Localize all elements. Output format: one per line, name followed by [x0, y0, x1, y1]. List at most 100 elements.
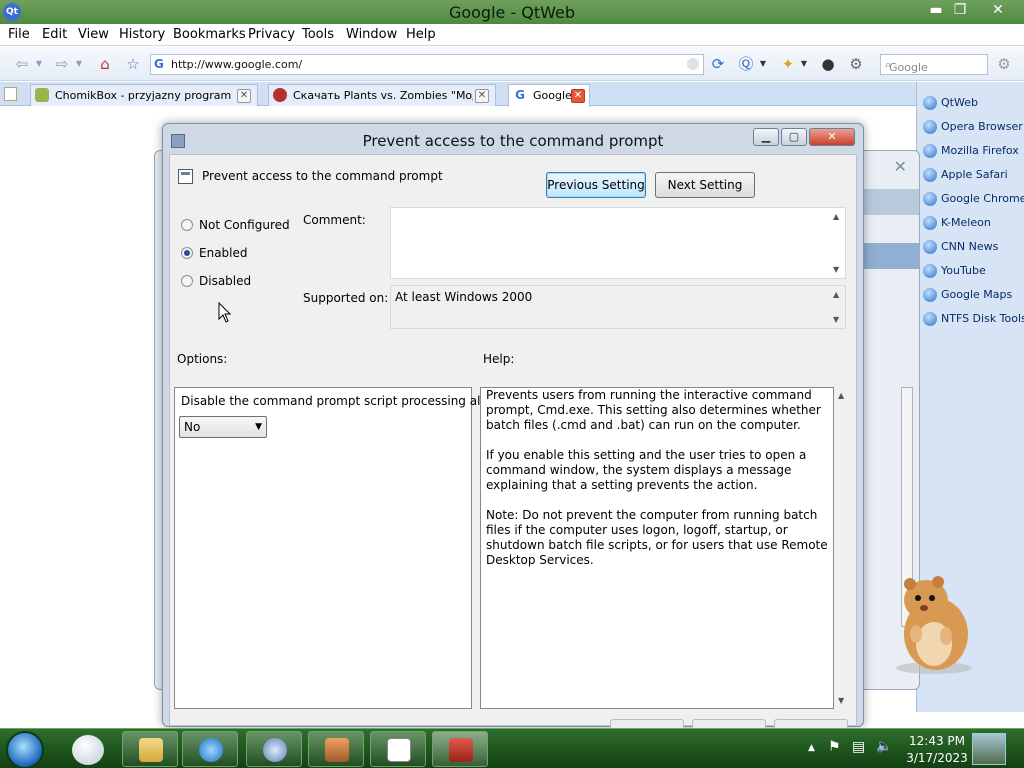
scroll-up-icon[interactable]: ▲: [838, 391, 844, 400]
supported-scrollbar[interactable]: ▲ ▼: [829, 286, 845, 328]
menu-help[interactable]: Help: [406, 27, 436, 42]
sidebar-item-label: YouTube: [941, 264, 986, 277]
dialog-maximize-button[interactable]: ▢: [781, 128, 807, 146]
scroll-up-icon[interactable]: ▲: [833, 290, 839, 299]
policy-dialog: Prevent access to the command prompt ▁ ▢…: [162, 123, 864, 729]
close-button[interactable]: ✕: [984, 1, 1012, 21]
tab-close-icon[interactable]: ✕: [237, 89, 251, 103]
tab-close-icon[interactable]: ✕: [475, 89, 489, 103]
taskbar-toolbox[interactable]: [432, 731, 488, 767]
globe-icon: [923, 288, 937, 302]
clear-url-icon[interactable]: [687, 58, 699, 70]
network-icon[interactable]: ▤: [852, 739, 865, 755]
taskbar-internet-explorer[interactable]: [182, 731, 238, 767]
radio-dot[interactable]: [181, 219, 193, 231]
option-question: Disable the command prompt script proces…: [181, 394, 501, 408]
radio-dot[interactable]: [181, 275, 193, 287]
dialog-minimize-button[interactable]: ▁: [753, 128, 779, 146]
help-scrollbar[interactable]: ▲ ▼: [834, 387, 852, 709]
chomikbox-favicon-icon: [35, 88, 49, 102]
taskbar-explorer[interactable]: [122, 731, 178, 767]
list-document-icon: [387, 738, 411, 762]
help-pane: Prevents users from running the interact…: [480, 387, 834, 709]
close-icon[interactable]: ✕: [894, 157, 907, 176]
sidebar-item-label: Google Chrome: [941, 192, 1024, 205]
house-app-icon: [325, 738, 349, 762]
menu-privacy[interactable]: Privacy: [248, 27, 295, 42]
globe-icon: [923, 96, 937, 110]
globe-icon: [923, 192, 937, 206]
tab-chomikbox[interactable]: ChomikBox - przyjazny program uł... ✕: [30, 84, 258, 106]
radio-dot-selected[interactable]: [181, 247, 193, 259]
forward-icon[interactable]: ⇨: [52, 54, 72, 74]
address-bar[interactable]: G http://www.google.com/: [150, 54, 704, 75]
option-select-value: No: [184, 420, 201, 434]
tab-close-icon[interactable]: ✕: [571, 89, 585, 103]
comment-scrollbar[interactable]: ▲ ▼: [829, 208, 845, 278]
tray-expand-icon[interactable]: ▲: [808, 743, 815, 753]
option-select[interactable]: No ▼: [179, 416, 267, 438]
radio-label: Disabled: [199, 274, 252, 288]
action-center-flag-icon[interactable]: ⚑: [828, 739, 841, 755]
sidebar-item-label: Mozilla Firefox: [941, 144, 1019, 157]
comment-textarea[interactable]: ▲ ▼: [390, 207, 846, 279]
menu-window[interactable]: Window: [346, 27, 397, 42]
options-label: Options:: [177, 352, 228, 366]
address-url: http://www.google.com/: [171, 58, 303, 71]
start-button[interactable]: [6, 731, 44, 768]
home-icon[interactable]: ⌂: [95, 54, 115, 74]
show-desktop-button[interactable]: [972, 733, 1006, 765]
previous-setting-button[interactable]: Previous Setting: [546, 172, 646, 198]
sidebar-item-label: QtWeb: [941, 96, 978, 109]
forward-dropdown-icon[interactable]: ▼: [73, 54, 85, 74]
user-agent-icon[interactable]: ●: [818, 54, 838, 74]
next-setting-button[interactable]: Next Setting: [655, 172, 755, 198]
taskbar-app[interactable]: [308, 731, 364, 767]
menu-edit[interactable]: Edit: [42, 27, 67, 42]
search-input[interactable]: ⌕ Google: [880, 54, 988, 75]
tab-plants-vs-zombies[interactable]: Скачать Plants vs. Zombies "Мод ... ✕: [268, 84, 496, 106]
taskbar: ▲ ⚑ ▤ 🔈 12:43 PM 3/17/2023: [0, 728, 1024, 768]
sidebar-item-label: Apple Safari: [941, 168, 1008, 181]
qt-menu-icon[interactable]: Ⓠ: [736, 54, 756, 74]
google-favicon-icon: G: [513, 88, 527, 102]
wand-dropdown-icon[interactable]: ▼: [798, 54, 810, 74]
menu-tools[interactable]: Tools: [302, 27, 334, 42]
menu-history[interactable]: History: [119, 27, 165, 42]
hamster-mascot-icon: [896, 576, 972, 674]
magic-wand-icon[interactable]: ✦: [778, 54, 798, 74]
sidebar-item-label: CNN News: [941, 240, 999, 253]
sidebar-item-label: Google Maps: [941, 288, 1013, 301]
qt-menu-dropdown-icon[interactable]: ▼: [757, 54, 769, 74]
taskbar-list-app[interactable]: [370, 731, 426, 767]
scroll-down-icon[interactable]: ▼: [833, 315, 839, 324]
tab-google[interactable]: G Google ✕: [508, 84, 590, 107]
menu-view[interactable]: View: [78, 27, 109, 42]
back-icon[interactable]: ⇦: [12, 54, 32, 74]
scroll-down-icon[interactable]: ▼: [833, 265, 839, 274]
new-tab-icon[interactable]: [4, 87, 17, 101]
radio-label: Enabled: [199, 246, 248, 260]
taskbar-qtweb[interactable]: [246, 731, 302, 767]
maximize-button[interactable]: ❐: [946, 1, 974, 21]
system-clock[interactable]: 12:43 PM 3/17/2023: [906, 733, 968, 767]
reload-icon[interactable]: ⟳: [708, 54, 728, 74]
globe-icon: [923, 264, 937, 278]
menu-file[interactable]: File: [8, 27, 30, 42]
pg-favicon-icon: [273, 88, 287, 102]
settings-gear-icon[interactable]: ⚙: [846, 54, 866, 74]
window-title: Google - QtWeb: [448, 3, 576, 22]
scroll-up-icon[interactable]: ▲: [833, 212, 839, 221]
search-options-icon[interactable]: ⚙: [994, 54, 1014, 74]
folder-icon: [139, 738, 163, 762]
volume-muted-icon[interactable]: 🔈: [876, 739, 892, 754]
globe-icon: [923, 312, 937, 326]
menu-bookmarks[interactable]: Bookmarks: [173, 27, 246, 42]
search-placeholder: ⌕ Google: [885, 58, 928, 74]
background-panel: [859, 189, 919, 215]
pinned-app-icon[interactable]: [72, 735, 104, 765]
dialog-close-button[interactable]: ✕: [809, 128, 855, 146]
back-dropdown-icon[interactable]: ▼: [33, 54, 45, 74]
bookmark-star-icon[interactable]: ☆: [123, 54, 143, 74]
scroll-down-icon[interactable]: ▼: [838, 696, 844, 705]
